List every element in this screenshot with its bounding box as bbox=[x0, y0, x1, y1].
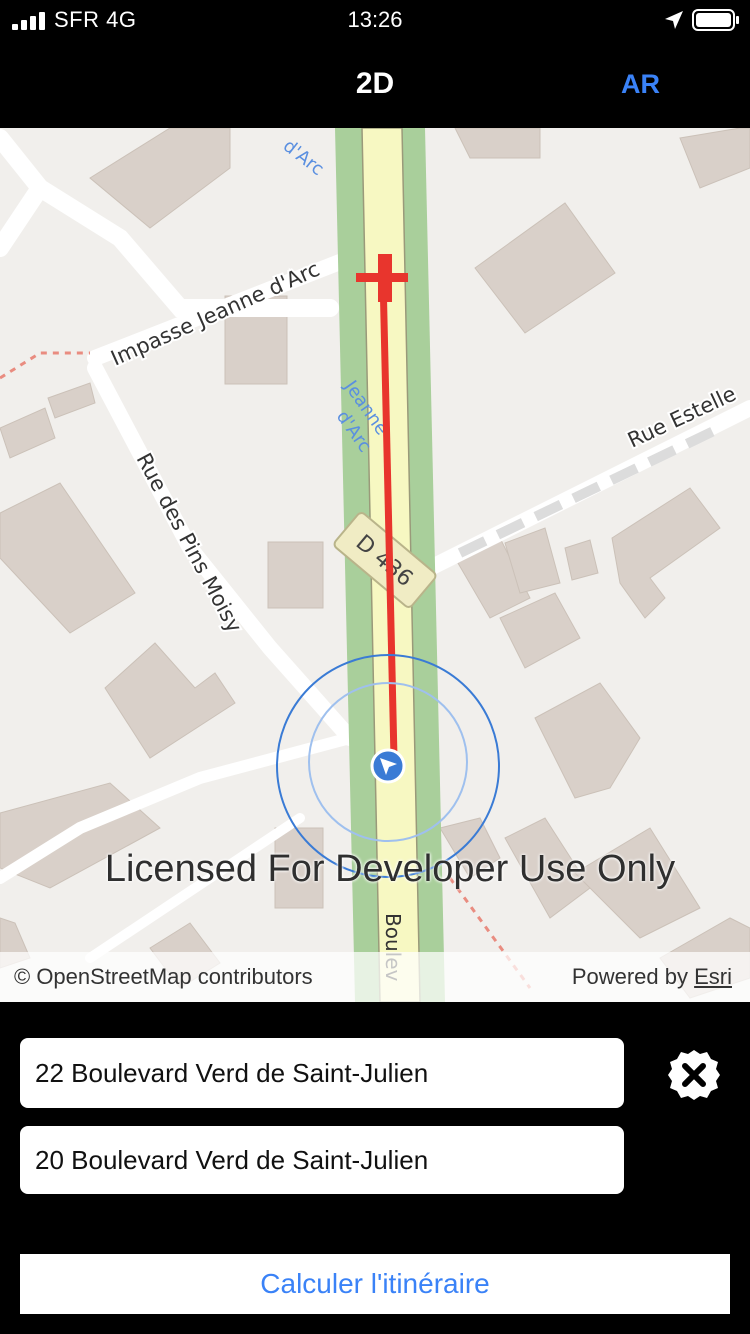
origin-field[interactable]: 22 Boulevard Verd de Saint-Julien bbox=[20, 1038, 624, 1108]
clear-icon[interactable] bbox=[667, 1048, 721, 1102]
ar-mode-button[interactable]: AR bbox=[621, 69, 660, 100]
attribution-bar: © OpenStreetMap contributors Powered by … bbox=[0, 952, 750, 1002]
route-panel: 22 Boulevard Verd de Saint-Julien 20 Bou… bbox=[0, 1002, 750, 1334]
location-arrow-icon bbox=[665, 11, 683, 29]
calculate-route-button[interactable]: Calculer l'itinéraire bbox=[20, 1254, 730, 1314]
navigation-bar: 2D AR bbox=[0, 40, 750, 128]
map-view[interactable]: Impasse Jeanne d'Arc Rue des Pins Moisy … bbox=[0, 128, 750, 1002]
boundary-line bbox=[0, 351, 90, 380]
osm-attribution: © OpenStreetMap contributors bbox=[14, 964, 313, 989]
license-watermark: Licensed For Developer Use Only bbox=[104, 848, 676, 890]
destination-field[interactable]: 20 Boulevard Verd de Saint-Julien bbox=[20, 1126, 624, 1194]
powered-by-label: Powered by bbox=[571, 964, 695, 989]
location-marker-icon[interactable] bbox=[370, 748, 406, 784]
status-bar: SFR 4G 13:26 bbox=[0, 0, 750, 40]
street-label-rue-des-pins: Rue des Pins Moisy bbox=[132, 449, 247, 636]
clock: 13:26 bbox=[347, 7, 403, 32]
esri-link[interactable]: Esri bbox=[694, 964, 732, 989]
powered-by-attribution: Powered by Esri bbox=[572, 964, 732, 990]
water-label-top: d'Arc bbox=[279, 135, 328, 180]
battery-icon bbox=[692, 9, 739, 31]
